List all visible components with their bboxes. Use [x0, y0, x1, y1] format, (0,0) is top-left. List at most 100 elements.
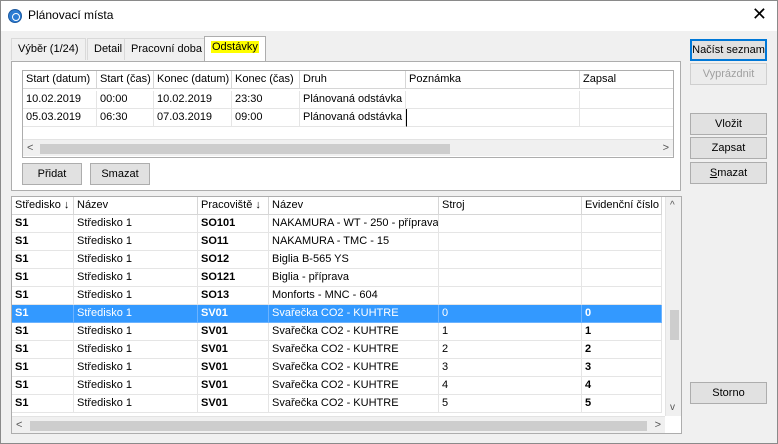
machine-cell[interactable]: 4 — [439, 377, 582, 395]
center-cell[interactable]: S1 — [12, 287, 74, 305]
registration-number-cell[interactable]: 2 — [582, 341, 662, 359]
workplaces-vertical-scrollbar[interactable]: ^ v — [665, 197, 681, 416]
center-cell[interactable]: S1 — [12, 359, 74, 377]
center-name-cell[interactable]: Středisko 1 — [74, 233, 198, 251]
workplace-cell[interactable]: SO13 — [198, 287, 269, 305]
registration-number-cell[interactable]: 4 — [582, 377, 662, 395]
center-cell[interactable]: S1 — [12, 377, 74, 395]
machine-cell[interactable] — [439, 287, 582, 305]
tab-selection[interactable]: Výběr (1/24) — [11, 38, 86, 60]
workplace-cell[interactable]: SV01 — [198, 341, 269, 359]
registration-number-cell[interactable] — [582, 251, 662, 269]
machine-cell[interactable] — [439, 215, 582, 233]
column-header-start-date[interactable]: Start (datum) — [23, 71, 97, 89]
registration-number-cell[interactable]: 1 — [582, 323, 662, 341]
workplace-cell[interactable]: SO121 — [198, 269, 269, 287]
tab-working-hours[interactable]: Pracovní doba — [124, 38, 209, 60]
center-name-cell[interactable]: Středisko 1 — [74, 359, 198, 377]
start-date-cell[interactable]: 10.02.2019 — [23, 91, 97, 109]
registration-number-cell[interactable]: 3 — [582, 359, 662, 377]
scroll-thumb[interactable] — [30, 421, 647, 431]
start-date-cell[interactable]: 05.03.2019 — [23, 109, 97, 127]
center-cell[interactable]: S1 — [12, 269, 74, 287]
save-button[interactable]: Zapsat — [690, 137, 767, 159]
machine-cell[interactable] — [439, 269, 582, 287]
machine-cell[interactable] — [439, 251, 582, 269]
center-name-cell[interactable]: Středisko 1 — [74, 323, 198, 341]
column-header-center-name[interactable]: Název — [74, 197, 198, 215]
machine-cell[interactable]: 1 — [439, 323, 582, 341]
workplace-name-cell[interactable]: NAKAMURA - WT - 250 - příprava — [269, 215, 439, 233]
scroll-right-icon[interactable]: > — [655, 419, 661, 431]
add-outage-button[interactable]: Přidat — [22, 163, 82, 185]
center-name-cell[interactable]: Středisko 1 — [74, 341, 198, 359]
workplace-cell[interactable]: SO101 — [198, 215, 269, 233]
workplace-name-cell[interactable]: Monforts - MNC - 604 — [269, 287, 439, 305]
workplace-name-cell[interactable]: Svařečka CO2 - KUHTRE — [269, 395, 439, 413]
workplace-cell[interactable]: SV01 — [198, 305, 269, 323]
end-time-cell[interactable]: 23:30 — [232, 91, 300, 109]
start-time-cell[interactable]: 06:30 — [97, 109, 154, 127]
workplace-cell[interactable]: SO11 — [198, 233, 269, 251]
workplace-name-cell[interactable]: Biglia B-565 YS — [269, 251, 439, 269]
recorded-by-cell[interactable] — [580, 91, 673, 109]
type-cell[interactable]: Plánovaná odstávka — [300, 109, 406, 127]
center-cell[interactable]: S1 — [12, 341, 74, 359]
clear-button[interactable]: Vyprázdnit — [690, 63, 767, 85]
workplace-name-cell[interactable]: Svařečka CO2 - KUHTRE — [269, 377, 439, 395]
type-cell[interactable]: Plánovaná odstávka — [300, 91, 406, 109]
note-cell[interactable] — [406, 91, 580, 109]
cancel-button[interactable]: Storno — [690, 382, 767, 404]
registration-number-cell[interactable]: 0 — [582, 305, 662, 323]
scroll-up-icon[interactable]: ^ — [670, 200, 675, 211]
center-name-cell[interactable]: Středisko 1 — [74, 395, 198, 413]
center-cell[interactable]: S1 — [12, 251, 74, 269]
insert-button[interactable]: Vložit — [690, 113, 767, 135]
workplace-name-cell[interactable]: NAKAMURA - TMC - 15 — [269, 233, 439, 251]
scroll-left-icon[interactable]: < — [16, 419, 22, 431]
center-cell[interactable]: S1 — [12, 233, 74, 251]
workplace-cell[interactable]: SV01 — [198, 359, 269, 377]
workplace-name-cell[interactable]: Svařečka CO2 - KUHTRE — [269, 341, 439, 359]
column-header-workplace-name[interactable]: Název — [269, 197, 439, 215]
tab-outages[interactable]: Odstávky — [204, 36, 266, 61]
column-header-end-date[interactable]: Konec (datum) — [154, 71, 232, 89]
workplace-cell[interactable]: SV01 — [198, 377, 269, 395]
machine-cell[interactable] — [439, 233, 582, 251]
column-header-recorded-by[interactable]: Zapsal — [580, 71, 673, 89]
workplace-name-cell[interactable]: Svařečka CO2 - KUHTRE — [269, 323, 439, 341]
outages-horizontal-scrollbar[interactable]: < > — [23, 139, 673, 156]
delete-outage-button[interactable]: Smazat — [90, 163, 150, 185]
column-header-start-time[interactable]: Start (čas) — [97, 71, 154, 89]
registration-number-cell[interactable]: 5 — [582, 395, 662, 413]
center-cell[interactable]: S1 — [12, 215, 74, 233]
machine-cell[interactable]: 5 — [439, 395, 582, 413]
scroll-left-icon[interactable]: < — [27, 142, 33, 154]
scroll-right-icon[interactable]: > — [663, 142, 669, 154]
load-list-button[interactable]: Načíst seznam — [690, 39, 767, 61]
workplace-cell[interactable]: SV01 — [198, 395, 269, 413]
scroll-thumb[interactable] — [40, 144, 450, 154]
workplace-cell[interactable]: SO12 — [198, 251, 269, 269]
center-name-cell[interactable]: Středisko 1 — [74, 251, 198, 269]
close-icon[interactable]: ✕ — [752, 5, 767, 23]
start-time-cell[interactable]: 00:00 — [97, 91, 154, 109]
registration-number-cell[interactable] — [582, 215, 662, 233]
delete-button[interactable]: Smazat — [690, 162, 767, 184]
end-date-cell[interactable]: 07.03.2019 — [154, 109, 232, 127]
column-header-type[interactable]: Druh — [300, 71, 406, 89]
machine-cell[interactable]: 2 — [439, 341, 582, 359]
scroll-down-icon[interactable]: v — [670, 402, 675, 413]
machine-cell[interactable]: 3 — [439, 359, 582, 377]
workplace-name-cell[interactable]: Biglia - příprava — [269, 269, 439, 287]
end-date-cell[interactable]: 10.02.2019 — [154, 91, 232, 109]
end-time-cell[interactable]: 09:00 — [232, 109, 300, 127]
column-header-center[interactable]: Středisko ↓ — [12, 197, 74, 215]
center-name-cell[interactable]: Středisko 1 — [74, 305, 198, 323]
registration-number-cell[interactable] — [582, 233, 662, 251]
center-name-cell[interactable]: Středisko 1 — [74, 287, 198, 305]
registration-number-cell[interactable] — [582, 269, 662, 287]
note-cell-editing[interactable] — [406, 109, 580, 127]
center-cell[interactable]: S1 — [12, 323, 74, 341]
center-name-cell[interactable]: Středisko 1 — [74, 377, 198, 395]
